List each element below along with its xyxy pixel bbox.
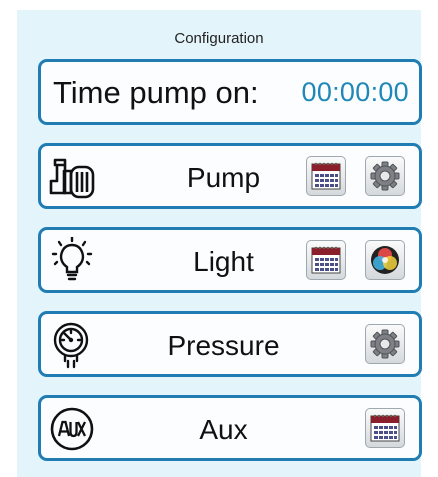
row-pressure[interactable]: Pressure (38, 311, 422, 377)
lightbulb-icon (47, 236, 99, 285)
pump-settings-button[interactable] (365, 156, 405, 196)
time-pump-on-value: 00:00:00 (301, 77, 409, 107)
time-pump-on-label: Time pump on: (53, 75, 259, 110)
pump-icon (47, 153, 99, 201)
row-aux[interactable]: Aux (38, 395, 422, 461)
aux-schedule-button[interactable] (365, 408, 405, 448)
pressure-gauge-icon (47, 321, 99, 369)
light-color-button[interactable] (365, 240, 405, 280)
calendar-icon (370, 414, 400, 442)
row-light[interactable]: Light (38, 227, 422, 293)
calendar-icon (311, 246, 341, 274)
gear-icon (370, 329, 400, 359)
color-wheel-icon (371, 246, 399, 274)
time-pump-on-card: Time pump on: 00:00:00 (38, 59, 422, 125)
light-schedule-button[interactable] (306, 240, 346, 280)
pump-schedule-button[interactable] (306, 156, 346, 196)
row-pump[interactable]: Pump (38, 143, 422, 209)
pressure-settings-button[interactable] (365, 324, 405, 364)
gear-icon (370, 161, 400, 191)
configuration-panel: Configuration Time pump on: 00:00:00 Pum… (17, 10, 422, 477)
page-title: Configuration (174, 30, 264, 47)
row-label-pressure: Pressure (167, 330, 280, 361)
row-label-aux: Aux (199, 414, 248, 445)
calendar-icon (311, 162, 341, 190)
aux-icon (47, 405, 99, 453)
